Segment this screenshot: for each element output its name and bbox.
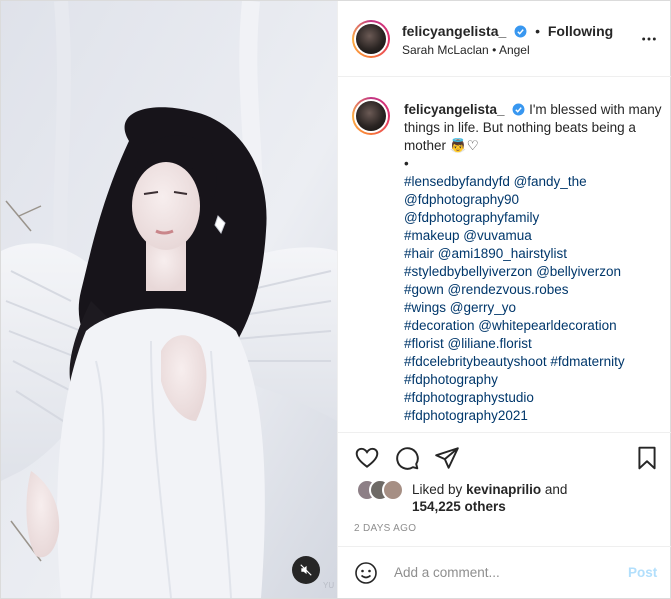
- liked-by-and: and: [544, 482, 568, 497]
- post-header: felicyangelista_ • Following Sarah McLac…: [338, 1, 671, 77]
- more-horizontal-icon: [642, 37, 656, 41]
- hashtag-line[interactable]: #fdphotography2021: [404, 407, 664, 425]
- more-options-button[interactable]: [641, 31, 657, 52]
- smiley-icon[interactable]: [354, 561, 378, 585]
- liker-username[interactable]: kevinaprilio: [466, 482, 541, 497]
- actions-section: Liked by kevinaprilio and 154,225 others…: [338, 433, 671, 547]
- likes-count-link[interactable]: 154,225 others: [412, 499, 506, 514]
- caption-section: felicyangelista_ I'm blessed with many t…: [338, 77, 671, 433]
- hashtag-line[interactable]: #decoration @whitepearldecoration: [404, 317, 664, 335]
- hashtag-line[interactable]: #hair @ami1890_hairstylist: [404, 245, 664, 263]
- hashtag-line[interactable]: #wings @gerry_yo: [404, 299, 664, 317]
- caption-username[interactable]: felicyangelista_: [404, 102, 505, 117]
- liked-by-text: Liked by kevinaprilio and: [412, 481, 567, 499]
- hashtag-line[interactable]: #makeup @vuvamua: [404, 227, 664, 245]
- avatar: [382, 479, 404, 501]
- hashtag-line[interactable]: #fdphotography: [404, 371, 664, 389]
- hashtag-line[interactable]: #fdphotographystudio: [404, 389, 664, 407]
- verified-badge-icon: [512, 103, 525, 116]
- instagram-post: YU felicyangelista_ • Following Sarah Mc…: [0, 0, 671, 599]
- verified-badge-icon: [514, 25, 527, 38]
- hashtag-line[interactable]: #fdcelebritybeautyshoot #fdmaternity: [404, 353, 664, 371]
- comment-box: Add a comment... Post: [338, 547, 671, 598]
- hashtag-line[interactable]: @fdphotography90: [404, 191, 664, 209]
- audio-link[interactable]: Sarah McLaclan • Angel: [402, 43, 530, 57]
- avatar[interactable]: [352, 20, 390, 58]
- follow-separator: •: [535, 23, 540, 39]
- caption-text: felicyangelista_ I'm blessed with many t…: [404, 101, 664, 425]
- bookmark-icon[interactable]: [634, 445, 660, 471]
- speaker-muted-icon: [300, 564, 312, 576]
- hashtag-line[interactable]: #gown @rendezvous.robes: [404, 281, 664, 299]
- watermark: YU: [323, 581, 335, 590]
- mute-button[interactable]: [292, 556, 320, 584]
- post-media[interactable]: YU: [1, 1, 337, 598]
- heart-emoji: ♡: [466, 138, 479, 153]
- hashtag-line[interactable]: @fdphotographyfamily: [404, 209, 664, 227]
- post-timestamp[interactable]: 2 DAYS AGO: [354, 523, 416, 534]
- photo: [1, 1, 337, 598]
- hashtag-line[interactable]: #lensedbyfandyfd @fandy_the: [404, 173, 664, 191]
- music-track: Angel: [498, 43, 530, 57]
- author-username[interactable]: felicyangelista_: [402, 23, 506, 39]
- music-artist: Sarah McLaclan: [402, 43, 489, 57]
- comment-icon[interactable]: [394, 445, 420, 471]
- comment-input[interactable]: Add a comment...: [394, 565, 500, 580]
- angel-emoji: 👼: [449, 138, 467, 153]
- paper-plane-icon[interactable]: [434, 445, 460, 471]
- hashtag-line[interactable]: #florist @liliane.florist: [404, 335, 664, 353]
- post-sidebar: felicyangelista_ • Following Sarah McLac…: [337, 1, 671, 598]
- hashtag-line[interactable]: #styledbybellyiverzon @bellyiverzon: [404, 263, 664, 281]
- following-button[interactable]: Following: [548, 23, 613, 39]
- post-comment-button[interactable]: Post: [628, 565, 657, 580]
- heart-icon[interactable]: [354, 445, 380, 471]
- liked-by-prefix: Liked by: [412, 482, 463, 497]
- caption-avatar[interactable]: [352, 97, 390, 135]
- caption-bullet: •: [404, 156, 409, 171]
- music-separator: •: [492, 43, 497, 57]
